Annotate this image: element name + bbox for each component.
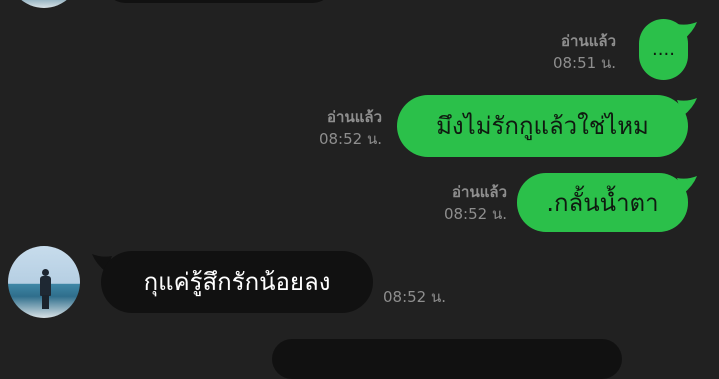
message-text: .... [652, 38, 675, 60]
message-meta: อ่านแล้ว 08:51 น. [553, 30, 616, 74]
message-meta: อ่านแล้ว 08:52 น. [319, 106, 382, 150]
avatar-person-body [40, 276, 51, 296]
contact-avatar-previous[interactable] [8, 0, 80, 8]
read-receipt: อ่านแล้ว [561, 32, 616, 50]
message-meta: อ่านแล้ว 08:52 น. [444, 181, 507, 225]
bubble-tail-icon [677, 176, 697, 194]
message-bubble-next[interactable] [272, 339, 622, 379]
message-timestamp: 08:52 น. [318, 130, 382, 148]
avatar-person-head [42, 269, 49, 276]
message-text: .กลั้นน้ำตา [546, 188, 659, 217]
bubble-tail-icon [677, 98, 697, 116]
message-bubble-received[interactable]: กุแค่รู้สึกรักน้อยลง [101, 251, 373, 313]
message-text: มึงไม่รักกูแล้วใช่ไหม [436, 112, 649, 140]
read-receipt: อ่านแล้ว [452, 183, 507, 201]
contact-avatar[interactable] [8, 246, 80, 318]
message-text: กุแค่รู้สึกรักน้อยลง [143, 268, 331, 296]
read-receipt: อ่านแล้ว [327, 108, 382, 126]
message-timestamp: 08:52 น. [443, 205, 507, 223]
message-timestamp: 08:51 น. [552, 54, 616, 72]
message-bubble-sent[interactable]: มึงไม่รักกูแล้วใช่ไหม [397, 95, 688, 157]
message-timestamp: 08:52 น. [383, 288, 447, 306]
avatar-person-legs [42, 295, 49, 309]
message-bubble-previous[interactable] [104, 0, 334, 3]
bubble-tail-icon [677, 22, 697, 40]
message-bubble-sent[interactable]: .กลั้นน้ำตา [517, 173, 688, 232]
